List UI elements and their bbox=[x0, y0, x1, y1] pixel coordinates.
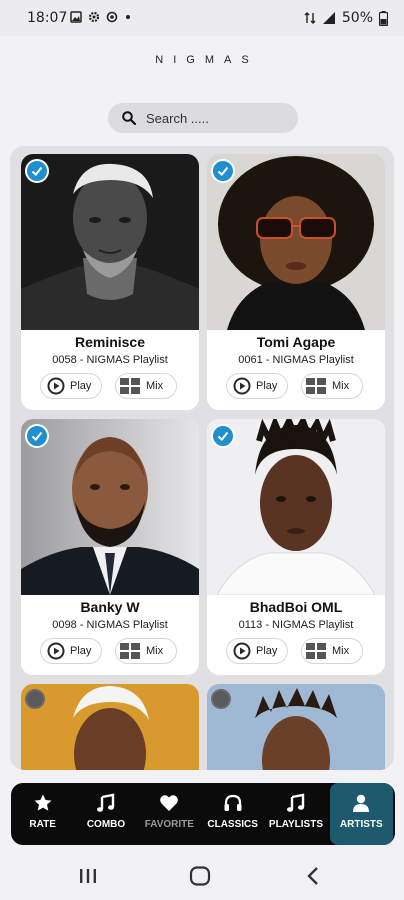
status-system-icons: 50% bbox=[304, 10, 388, 26]
artist-playlist-label: 0058 - NIGMAS Playlist bbox=[52, 354, 168, 366]
artist-playlist-label: 0113 - NIGMAS Playlist bbox=[238, 619, 354, 631]
music-note-icon bbox=[286, 793, 305, 812]
nav-label: FAVORITE bbox=[144, 819, 194, 830]
artist-playlist-label: 0098 - NIGMAS Playlist bbox=[52, 619, 168, 631]
play-icon bbox=[233, 642, 251, 660]
unselected-circle-icon[interactable] bbox=[25, 689, 45, 709]
nav-label: COMBO bbox=[86, 819, 126, 830]
artist-card[interactable] bbox=[207, 684, 385, 770]
search-bar[interactable] bbox=[108, 103, 298, 133]
selected-checkmark-icon[interactable] bbox=[211, 424, 235, 448]
bottom-navigation: RATE COMBO FAVORITE CLASSICS PLAYLISTS A… bbox=[11, 783, 395, 845]
mix-button[interactable]: Mix bbox=[115, 638, 177, 664]
star-icon bbox=[34, 794, 52, 811]
nav-label: CLASSICS bbox=[207, 819, 258, 830]
artist-name: BhadBoi OML bbox=[249, 599, 343, 615]
selected-checkmark-icon[interactable] bbox=[25, 424, 49, 448]
artist-card[interactable]: BhadBoi OML 0113 - NIGMAS Playlist Play … bbox=[207, 419, 385, 675]
nav-item-classics[interactable]: CLASSICS bbox=[201, 783, 264, 845]
mix-label: Mix bbox=[146, 380, 164, 392]
artist-card[interactable]: Tomi Agape 0061 - NIGMAS Playlist Play M… bbox=[207, 154, 385, 410]
artist-name: Tomi Agape bbox=[256, 334, 336, 350]
play-label: Play bbox=[70, 645, 92, 657]
system-navigation-bar bbox=[0, 852, 404, 900]
nav-item-combo[interactable]: COMBO bbox=[74, 783, 137, 845]
grid-icon bbox=[306, 378, 326, 394]
nav-item-artists[interactable]: ARTISTS bbox=[329, 783, 393, 845]
play-button[interactable]: Play bbox=[40, 373, 102, 399]
settings-icon bbox=[106, 11, 118, 23]
home-icon bbox=[189, 866, 211, 886]
artist-photo bbox=[21, 154, 199, 330]
artist-name: Banky W bbox=[80, 599, 140, 615]
recent-apps-button[interactable] bbox=[78, 866, 98, 891]
play-icon bbox=[233, 377, 251, 395]
nav-label: ARTISTS bbox=[339, 819, 383, 830]
status-bar: 18:07 50% bbox=[0, 0, 404, 36]
status-notification-icons bbox=[70, 11, 132, 23]
image-icon bbox=[70, 11, 82, 23]
recent-apps-icon bbox=[80, 869, 96, 883]
artist-playlist-label: 0061 - NIGMAS Playlist bbox=[238, 354, 354, 366]
grid-icon bbox=[306, 643, 326, 659]
artist-photo bbox=[21, 419, 199, 595]
artist-card[interactable]: Banky W 0098 - NIGMAS Playlist Play Mix bbox=[21, 419, 199, 675]
back-icon bbox=[307, 867, 318, 885]
headphones-icon bbox=[224, 794, 242, 811]
mix-label: Mix bbox=[146, 645, 164, 657]
status-time: 18:07 bbox=[27, 10, 68, 26]
battery-percent: 50% bbox=[341, 10, 373, 26]
nav-item-rate[interactable]: RATE bbox=[11, 783, 74, 845]
back-button[interactable] bbox=[306, 866, 320, 891]
nav-label: PLAYLISTS bbox=[268, 819, 324, 830]
signal-icon bbox=[322, 12, 335, 24]
play-label: Play bbox=[256, 645, 278, 657]
unselected-circle-icon[interactable] bbox=[211, 689, 231, 709]
home-button[interactable] bbox=[189, 866, 211, 891]
play-button[interactable]: Play bbox=[40, 638, 102, 664]
data-icon bbox=[304, 12, 316, 24]
music-note-icon bbox=[96, 793, 115, 812]
play-icon bbox=[47, 642, 65, 660]
grid-icon bbox=[120, 643, 140, 659]
heart-icon bbox=[160, 795, 179, 811]
artist-name: Reminisce bbox=[74, 334, 146, 350]
grid-icon bbox=[120, 378, 140, 394]
person-icon bbox=[353, 794, 370, 812]
search-icon bbox=[122, 111, 136, 125]
artist-card[interactable]: Reminisce 0058 - NIGMAS Playlist Play Mi… bbox=[21, 154, 199, 410]
play-label: Play bbox=[256, 380, 278, 392]
artist-photo bbox=[207, 419, 385, 595]
search-input[interactable] bbox=[146, 110, 286, 126]
mix-button[interactable]: Mix bbox=[115, 373, 177, 399]
dot-icon bbox=[126, 15, 130, 19]
artist-card[interactable] bbox=[21, 684, 199, 770]
artist-photo bbox=[207, 684, 385, 770]
artist-photo bbox=[21, 684, 199, 770]
gear-icon bbox=[88, 11, 100, 23]
play-button[interactable]: Play bbox=[226, 373, 288, 399]
battery-icon bbox=[379, 10, 388, 26]
nav-item-playlists[interactable]: PLAYLISTS bbox=[264, 783, 327, 845]
selected-checkmark-icon[interactable] bbox=[211, 159, 235, 183]
play-icon bbox=[47, 377, 65, 395]
play-button[interactable]: Play bbox=[226, 638, 288, 664]
artists-grid: Reminisce 0058 - NIGMAS Playlist Play Mi… bbox=[10, 146, 394, 770]
artist-photo bbox=[207, 154, 385, 330]
nav-label: RATE bbox=[29, 819, 56, 830]
selected-checkmark-icon[interactable] bbox=[25, 159, 49, 183]
mix-button[interactable]: Mix bbox=[301, 373, 363, 399]
app-title: NIGMAS bbox=[155, 54, 259, 66]
nav-item-favorite[interactable]: FAVORITE bbox=[138, 783, 201, 845]
play-label: Play bbox=[70, 380, 92, 392]
mix-button[interactable]: Mix bbox=[301, 638, 363, 664]
mix-label: Mix bbox=[332, 645, 350, 657]
mix-label: Mix bbox=[332, 380, 350, 392]
